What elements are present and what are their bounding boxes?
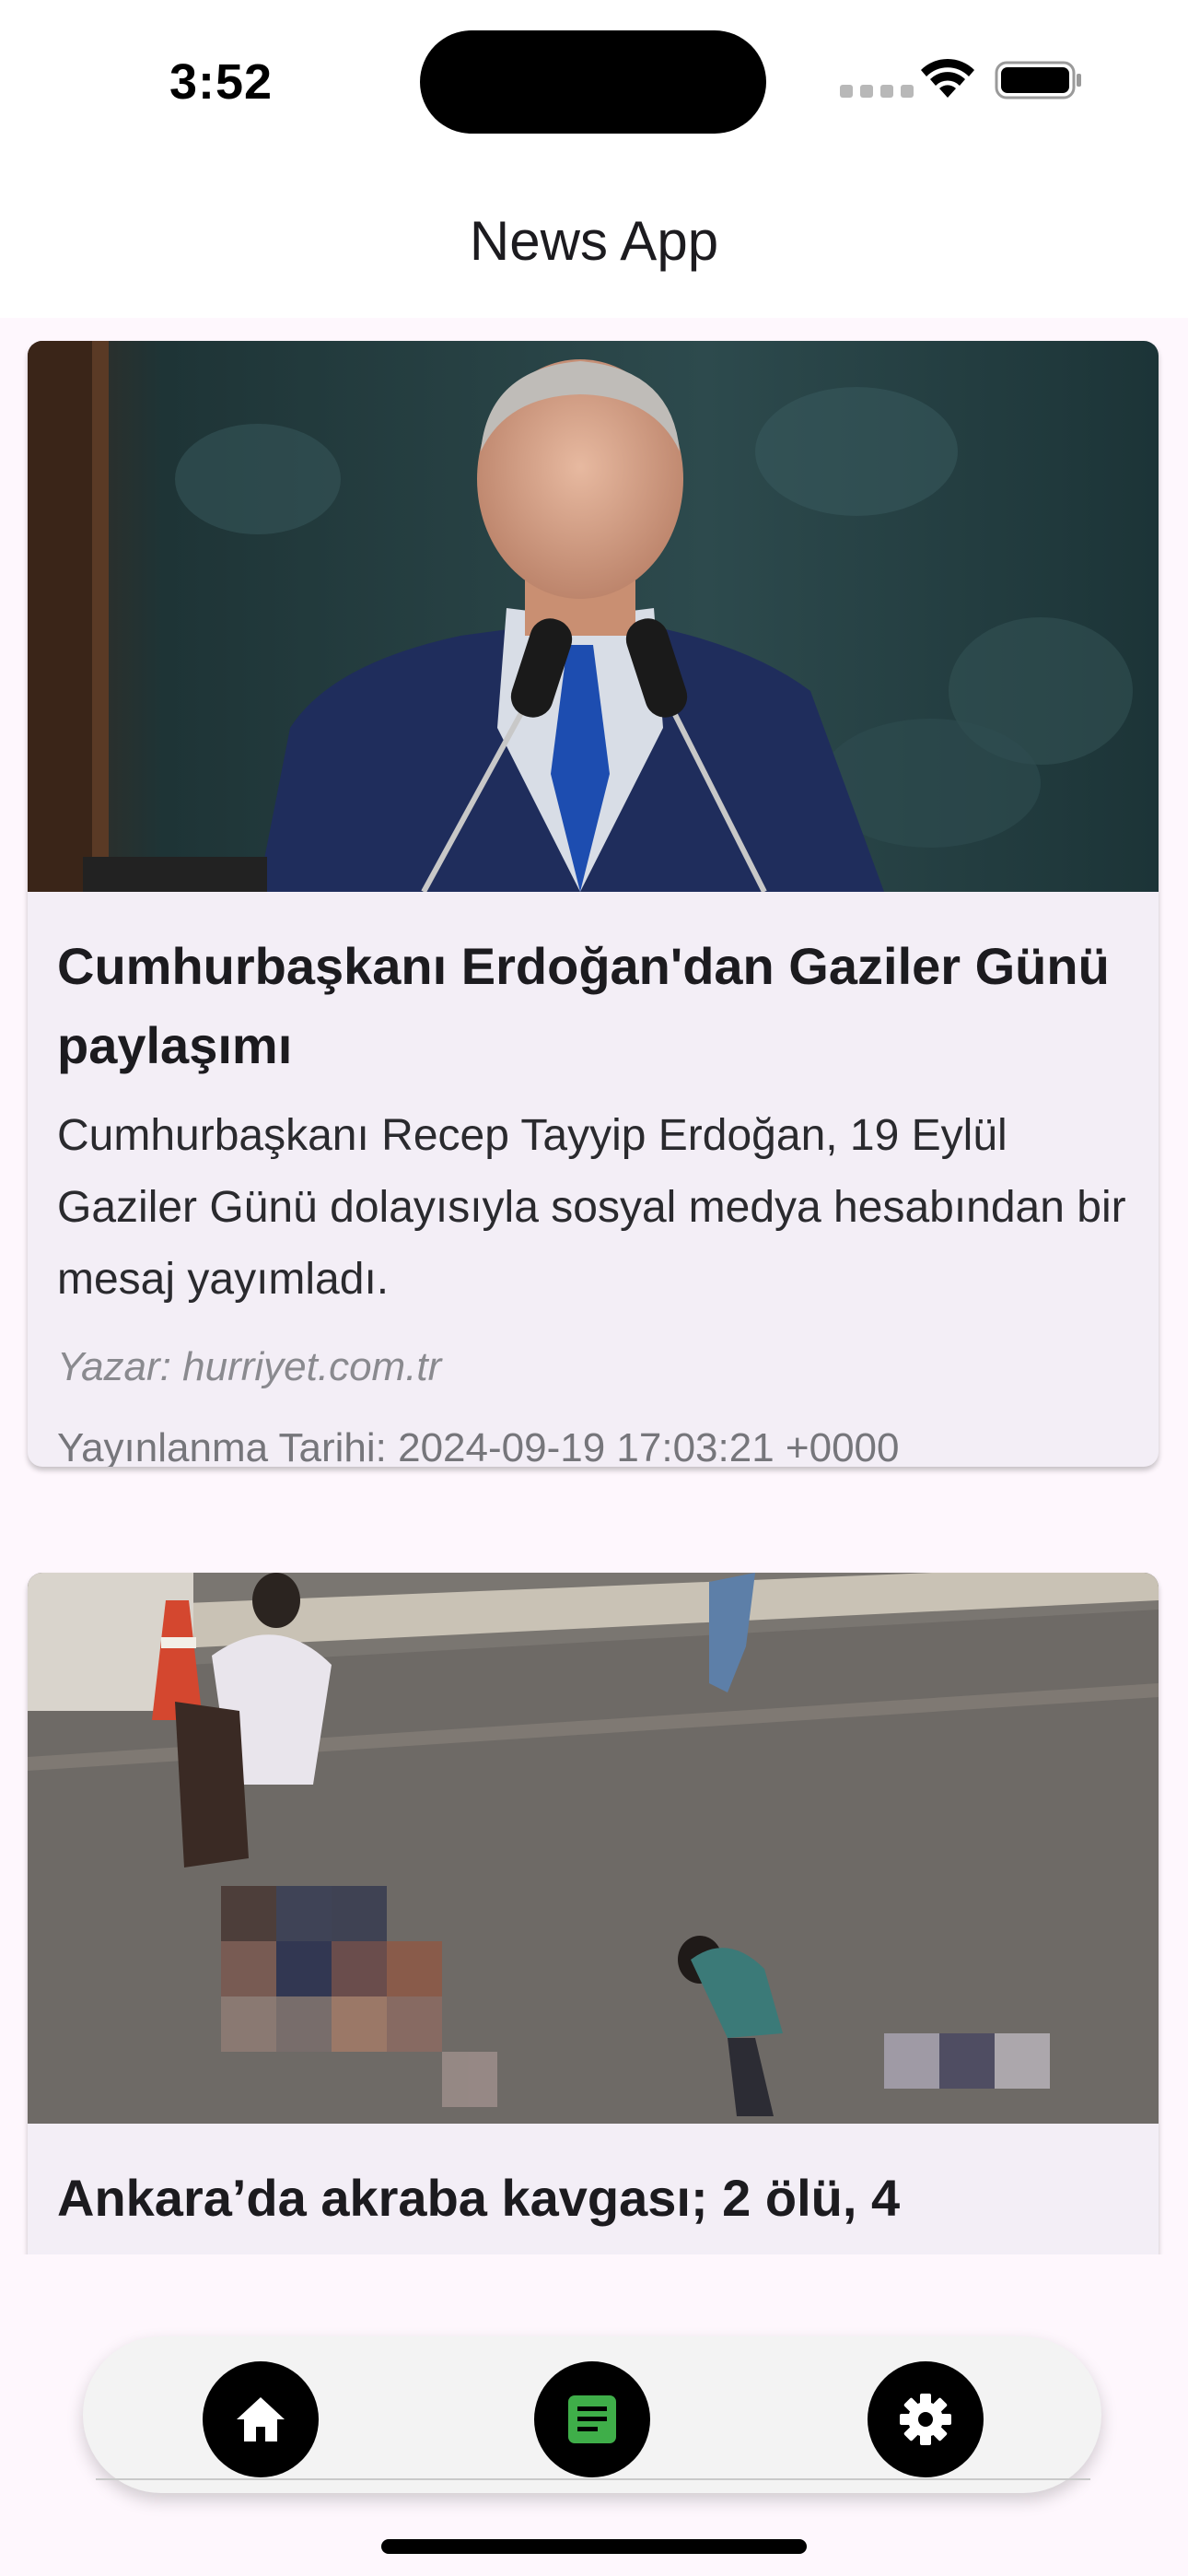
cellular-signal-icon <box>840 85 914 98</box>
news-card[interactable]: Ankara’da akraba kavgası; 2 ölü, 4 <box>28 1573 1159 2254</box>
bottom-navigation-bar <box>83 2336 1101 2493</box>
news-headline[interactable]: Cumhurbaşkanı Erdoğan'dan Gaziler Günü p… <box>57 927 1129 1085</box>
status-bar: 3:52 <box>0 0 1188 161</box>
nav-news-button[interactable] <box>534 2361 650 2477</box>
page-title: News App <box>469 210 719 272</box>
news-summary: Cumhurbaşkanı Recep Tayyip Erdoğan, 19 E… <box>57 1111 1126 1304</box>
nav-settings-button[interactable] <box>868 2361 984 2477</box>
news-headline[interactable]: Ankara’da akraba kavgası; 2 ölü, 4 <box>57 2159 1129 2238</box>
dynamic-island <box>420 30 766 134</box>
news-author: Yazar: hurriyet.com.tr <box>57 1344 442 1389</box>
news-publish-date: Yayınlanma Tarihi: 2024-09-19 17:03:21 +… <box>57 1425 900 1467</box>
nav-home-button[interactable] <box>203 2361 319 2477</box>
news-card[interactable]: Cumhurbaşkanı Erdoğan'dan Gaziler Günü p… <box>28 341 1159 1467</box>
news-image[interactable] <box>28 1573 1159 2124</box>
battery-icon <box>995 61 1081 100</box>
card-body: Cumhurbaşkanı Erdoğan'dan Gaziler Günü p… <box>28 892 1159 1467</box>
article-icon <box>568 2395 616 2443</box>
card-body: Ankara’da akraba kavgası; 2 ölü, 4 <box>28 2124 1159 2238</box>
home-icon <box>237 2397 285 2441</box>
news-feed[interactable]: Cumhurbaşkanı Erdoğan'dan Gaziler Günü p… <box>0 318 1188 2254</box>
divider <box>96 2478 1090 2480</box>
news-image[interactable] <box>28 341 1159 892</box>
home-indicator[interactable] <box>381 2539 807 2554</box>
wifi-icon <box>921 58 974 98</box>
gear-icon <box>900 2394 951 2445</box>
status-time: 3:52 <box>169 54 274 110</box>
app-bar: News App <box>0 161 1188 318</box>
